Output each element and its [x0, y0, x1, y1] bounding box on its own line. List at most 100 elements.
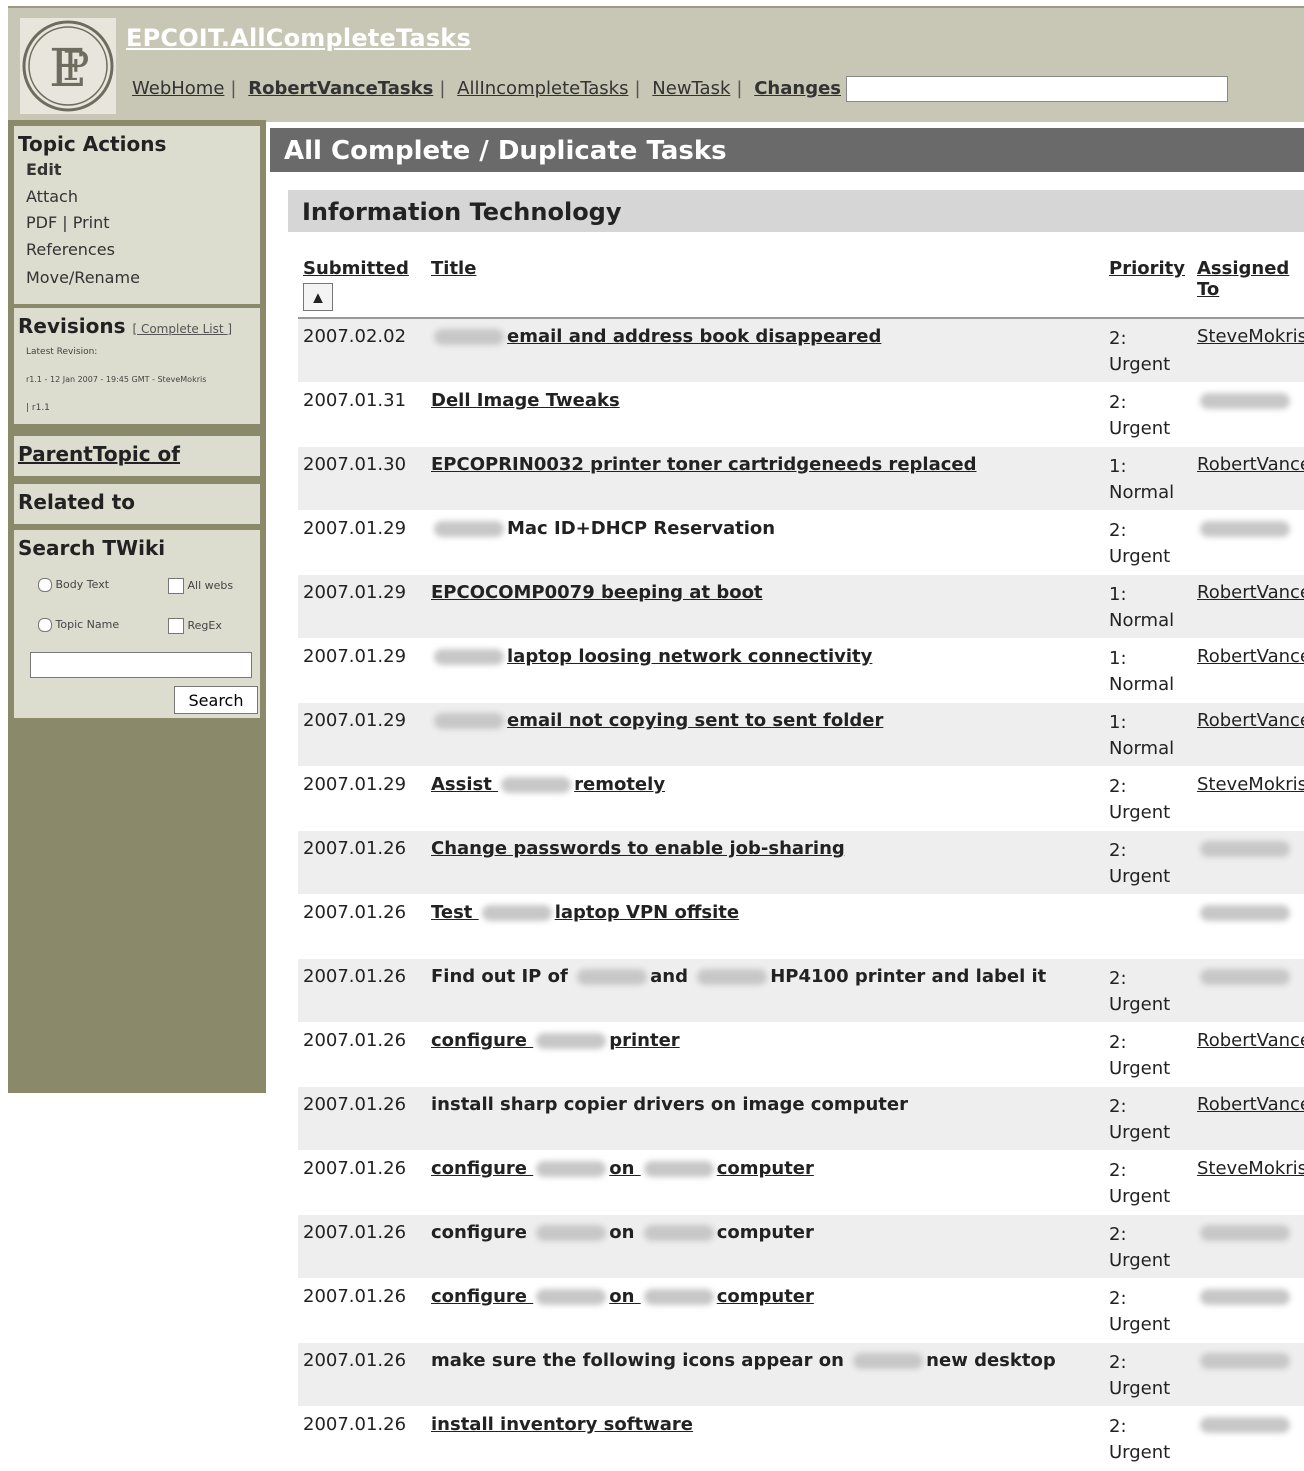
search-input[interactable]: [30, 652, 252, 678]
topic-name-option[interactable]: Topic Name: [38, 618, 119, 632]
latest-revision-label: Latest Revision:: [26, 347, 98, 357]
regex-checkbox[interactable]: [168, 618, 184, 634]
priority-cell: 2: Urgent: [1104, 1086, 1192, 1151]
topic-name-radio[interactable]: [38, 618, 52, 632]
nav-webhome[interactable]: WebHome: [132, 78, 224, 99]
table-row: 2007.01.26 configure on computer 2: Urgen…: [298, 1150, 1304, 1215]
assigned-cell[interactable]: RobertVance: [1192, 1086, 1304, 1151]
nav-newtask[interactable]: NewTask: [652, 78, 730, 99]
assigned-cell[interactable]: SteveMokris: [1192, 1150, 1304, 1215]
redacted-text: [536, 1289, 607, 1305]
body-text-radio[interactable]: [38, 578, 52, 592]
regex-label: RegEx: [187, 619, 222, 632]
assigned-cell[interactable]: RobertVance: [1192, 446, 1304, 511]
assigned-cell[interactable]: RobertVance: [1192, 574, 1304, 639]
task-title[interactable]: install inventory software: [426, 1406, 1104, 1471]
redacted-text: [1200, 1417, 1290, 1433]
revision-line[interactable]: r1.1 - 12 Jan 2007 - 19:45 GMT - SteveMo…: [14, 366, 260, 394]
assigned-cell[interactable]: SteveMokris: [1192, 766, 1304, 831]
redacted-text: [643, 1289, 714, 1305]
sort-ascending-icon[interactable]: ▲: [303, 283, 333, 311]
submitted-cell: 2007.01.31: [298, 382, 426, 447]
task-title[interactable]: Assist remotely: [426, 766, 1104, 831]
page-title-link[interactable]: EPCOIT.AllCompleteTasks: [126, 24, 471, 52]
priority-cell: 2: Urgent: [1104, 382, 1192, 447]
parent-topic-link[interactable]: ParentTopic of: [14, 436, 260, 466]
attach-link[interactable]: Attach: [14, 184, 260, 210]
task-title[interactable]: configure printer: [426, 1022, 1104, 1087]
col-title-label[interactable]: Title: [431, 258, 476, 279]
assigned-cell: [1192, 1278, 1304, 1343]
col-submitted-label[interactable]: Submitted: [303, 258, 409, 279]
edit-link[interactable]: Edit: [14, 156, 260, 184]
redacted-text: [1200, 1353, 1290, 1369]
table-row: 2007.01.30 EPCOPRIN0032 printer toner car…: [298, 446, 1304, 511]
task-title[interactable]: email not copying sent to sent folder: [426, 702, 1104, 767]
task-title[interactable]: Test laptop VPN offsite: [426, 894, 1104, 959]
topic-actions-box: Topic Actions Edit Attach PDF | Print Re…: [14, 126, 260, 304]
priority-cell: 1: Normal: [1104, 574, 1192, 639]
redacted-text: [434, 329, 504, 345]
pdf-print-link[interactable]: PDF | Print: [14, 210, 260, 236]
submitted-cell: 2007.01.26: [298, 1278, 426, 1343]
table-row: 2007.01.29 Mac ID+DHCP Reservation 2: Urg…: [298, 510, 1304, 575]
submitted-cell: 2007.01.26: [298, 1342, 426, 1407]
col-assigned-label[interactable]: Assigned To: [1197, 258, 1289, 300]
tasks-table: Submitted ▲ Title Priority Assigned To 2…: [298, 252, 1304, 1471]
col-submitted[interactable]: Submitted ▲: [298, 252, 426, 319]
redacted-text: [1200, 521, 1290, 537]
col-priority-label[interactable]: Priority: [1109, 258, 1185, 279]
redacted-text: [1200, 905, 1290, 921]
body-text-option[interactable]: Body Text: [38, 578, 109, 592]
task-title[interactable]: EPCOPRIN0032 printer toner cartridgeneed…: [426, 446, 1104, 511]
table-row: 2007.01.26 configure printer 2: Urgent Rob…: [298, 1022, 1304, 1087]
assigned-cell: [1192, 510, 1304, 575]
submitted-cell: 2007.01.26: [298, 1086, 426, 1151]
complete-list-link[interactable]: [ Complete List ]: [132, 322, 232, 336]
col-priority[interactable]: Priority: [1104, 252, 1192, 319]
related-link[interactable]: Related to: [14, 484, 260, 514]
redacted-text: [536, 1161, 607, 1177]
priority-cell: 2: Urgent: [1104, 1342, 1192, 1407]
regex-option[interactable]: RegEx: [168, 618, 222, 634]
assigned-cell: [1192, 382, 1304, 447]
header-bar: E P EPCOIT.AllCompleteTasks WebHome | Rob…: [8, 6, 1304, 122]
all-webs-option[interactable]: All webs: [168, 578, 233, 594]
submitted-cell: 2007.01.26: [298, 1214, 426, 1279]
search-box: Search TWiki Body Text All webs Topic Na…: [14, 530, 260, 718]
all-webs-label: All webs: [187, 579, 234, 592]
table-row: 2007.02.02 email and address book disappe…: [298, 318, 1304, 383]
task-title: Find out IP of and HP4100 printer and la…: [426, 958, 1104, 1023]
assigned-cell[interactable]: RobertVance: [1192, 638, 1304, 703]
move-rename-link[interactable]: Move/Rename: [14, 264, 260, 292]
task-title[interactable]: EPCOCOMP0079 beeping at boot: [426, 574, 1104, 639]
task-title[interactable]: configure on computer: [426, 1150, 1104, 1215]
task-title[interactable]: email and address book disappeared: [426, 318, 1104, 383]
task-title: Mac ID+DHCP Reservation: [426, 510, 1104, 575]
task-title[interactable]: laptop loosing network connectivity: [426, 638, 1104, 703]
nav-changes[interactable]: Changes: [754, 78, 841, 99]
task-title: configure on computer: [426, 1214, 1104, 1279]
references-link[interactable]: References: [14, 236, 260, 264]
table-header-row: Submitted ▲ Title Priority Assigned To: [298, 252, 1304, 319]
search-title: Search TWiki: [18, 536, 166, 560]
search-button[interactable]: Search: [174, 686, 258, 714]
assigned-cell[interactable]: RobertVance: [1192, 702, 1304, 767]
related-box: Related to: [14, 484, 260, 524]
assigned-cell[interactable]: SteveMokris: [1192, 318, 1304, 383]
col-assigned-to[interactable]: Assigned To: [1192, 252, 1304, 319]
redacted-text: [536, 1033, 607, 1049]
nav-robertvancetasks[interactable]: RobertVanceTasks: [248, 78, 433, 99]
page-heading: All Complete / Duplicate Tasks: [270, 128, 1304, 172]
task-title[interactable]: Dell Image Tweaks: [426, 382, 1104, 447]
col-title[interactable]: Title: [426, 252, 1104, 319]
nav-allincompletetasks[interactable]: AllIncompleteTasks: [457, 78, 628, 99]
assigned-cell[interactable]: RobertVance: [1192, 1022, 1304, 1087]
task-title[interactable]: configure on computer: [426, 1278, 1104, 1343]
submitted-cell: 2007.01.26: [298, 894, 426, 959]
assigned-cell: [1192, 958, 1304, 1023]
go-input[interactable]: [846, 76, 1228, 102]
revision-number[interactable]: | r1.1: [14, 394, 260, 422]
task-title[interactable]: Change passwords to enable job-sharing: [426, 830, 1104, 895]
all-webs-checkbox[interactable]: [168, 578, 184, 594]
